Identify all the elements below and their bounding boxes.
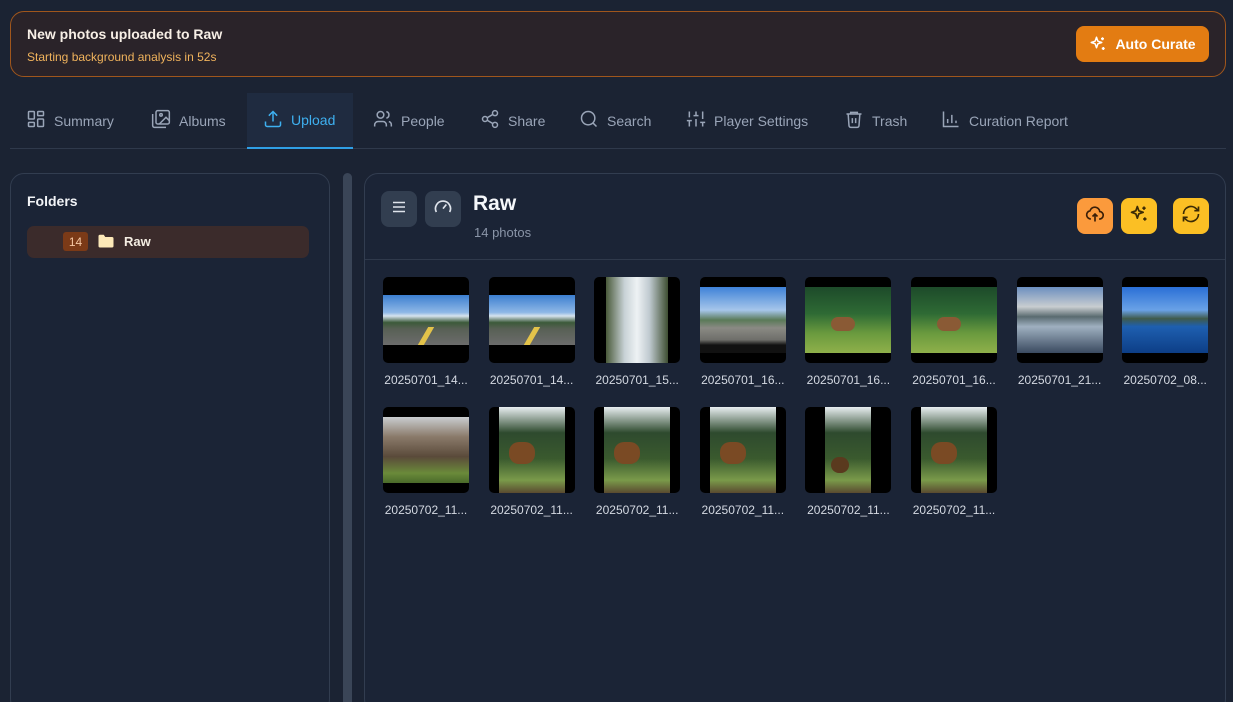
tab-label: People (401, 112, 445, 129)
tab-label: Curation Report (969, 112, 1068, 129)
sliders-icon (686, 109, 706, 132)
photo-caption: 20250701_14... (384, 373, 468, 387)
sidebar-scrollbar[interactable] (343, 173, 352, 702)
photo-thumbnail[interactable]: 20250701_16... (699, 277, 786, 387)
photo-image[interactable] (594, 277, 681, 363)
photo-thumbnail[interactable]: 20250701_16... (911, 277, 997, 387)
tab-label: Trash (872, 112, 908, 129)
sparkles-icon (1129, 204, 1149, 229)
bar-chart-icon (941, 109, 961, 132)
ai-curate-button[interactable] (1121, 198, 1157, 234)
folder-item-raw[interactable]: 14 Raw (27, 226, 309, 258)
photo-count: 14 photos (474, 225, 532, 240)
tab-label: Search (607, 112, 652, 129)
photo-image[interactable] (911, 407, 997, 493)
folder-title: Raw (473, 192, 517, 215)
photo-image[interactable] (699, 277, 786, 363)
photo-thumbnail[interactable]: 20250702_11... (911, 407, 997, 517)
photo-caption: 20250702_11... (701, 503, 785, 517)
photo-thumbnail[interactable]: 20250702_08... (1122, 277, 1209, 387)
main-tabs: Summary Albums Upload People Share Searc… (10, 93, 1226, 149)
refresh-icon (1181, 204, 1201, 229)
photo-caption: 20250702_11... (807, 503, 890, 517)
photo-thumbnail[interactable]: 20250702_11... (699, 407, 786, 517)
photo-image[interactable] (488, 277, 575, 363)
photo-image[interactable] (1016, 277, 1103, 363)
photo-caption: 20250702_11... (912, 503, 996, 517)
trash-icon (844, 109, 864, 132)
folder-count-badge: 14 (63, 232, 88, 251)
images-icon (151, 109, 171, 132)
upload-button[interactable] (1077, 198, 1113, 234)
photo-thumbnail[interactable]: 20250701_15... (594, 277, 681, 387)
menu-button[interactable] (381, 191, 417, 227)
folder-header: Raw 14 photos (365, 174, 1225, 260)
photo-image[interactable] (383, 407, 469, 493)
gauge-icon (433, 197, 453, 222)
tab-label: Albums (179, 112, 226, 129)
photo-image[interactable] (488, 407, 575, 493)
photo-image[interactable] (805, 407, 892, 493)
sidebar-title: Folders (27, 193, 78, 209)
tab-share[interactable]: Share (464, 93, 561, 148)
photo-image[interactable] (911, 277, 997, 363)
photo-caption: 20250701_16... (701, 373, 785, 387)
tab-player-settings[interactable]: Player Settings (670, 93, 824, 148)
photo-caption: 20250702_11... (384, 503, 468, 517)
tab-curation-report[interactable]: Curation Report (925, 93, 1084, 148)
cloud-upload-icon (1085, 204, 1105, 229)
tab-search[interactable]: Search (563, 93, 667, 148)
tab-label: Share (508, 112, 546, 129)
photo-thumbnail[interactable]: 20250701_14... (383, 277, 469, 387)
tab-label: Player Settings (714, 112, 809, 129)
photo-thumbnail[interactable]: 20250702_11... (594, 407, 681, 517)
photo-thumbnail[interactable]: 20250701_21... (1016, 277, 1103, 387)
photo-caption: 20250701_16... (806, 373, 891, 387)
people-icon (373, 109, 393, 132)
speed-button[interactable] (425, 191, 461, 227)
folders-sidebar: Folders 14 Raw (10, 173, 330, 702)
folder-content-panel: Raw 14 photos 20250701_14... 20250701_14.… (364, 173, 1226, 702)
folder-name: Raw (124, 234, 151, 249)
photo-thumbnail[interactable]: 20250702_11... (488, 407, 575, 517)
photo-image[interactable] (699, 407, 786, 493)
auto-curate-label: Auto Curate (1115, 36, 1196, 52)
refresh-button[interactable] (1173, 198, 1209, 234)
tab-upload[interactable]: Upload (247, 93, 353, 149)
photo-image[interactable] (805, 277, 892, 363)
photo-thumbnail[interactable]: 20250701_16... (805, 277, 892, 387)
photo-caption: 20250701_21... (1017, 373, 1102, 387)
photo-caption: 20250702_11... (595, 503, 679, 517)
search-icon (579, 109, 599, 132)
photo-caption: 20250701_15... (595, 373, 679, 387)
photo-caption: 20250701_16... (912, 373, 996, 387)
tab-albums[interactable]: Albums (135, 93, 242, 148)
upload-notification-banner: New photos uploaded to Raw Starting back… (10, 11, 1226, 77)
photo-thumbnail[interactable]: 20250701_14... (488, 277, 575, 387)
upload-icon (263, 109, 283, 132)
photo-image[interactable] (1122, 277, 1209, 363)
photo-caption: 20250701_14... (489, 373, 574, 387)
share-icon (480, 109, 500, 132)
grid-icon (26, 109, 46, 132)
banner-subtitle: Starting background analysis in 52s (27, 50, 217, 64)
tab-people[interactable]: People (357, 93, 461, 148)
menu-icon (390, 198, 408, 221)
tab-label: Summary (54, 112, 114, 129)
folder-icon (97, 234, 115, 254)
photo-image[interactable] (594, 407, 681, 493)
banner-title: New photos uploaded to Raw (27, 26, 223, 42)
tab-summary[interactable]: Summary (10, 93, 130, 148)
photo-thumbnail[interactable]: 20250702_11... (805, 407, 892, 517)
photo-image[interactable] (383, 277, 469, 363)
photo-thumbnail[interactable]: 20250702_11... (383, 407, 469, 517)
auto-curate-button[interactable]: Auto Curate (1076, 26, 1209, 62)
tab-trash[interactable]: Trash (828, 93, 923, 148)
tab-label: Upload (291, 112, 336, 128)
photo-caption: 20250702_11... (490, 503, 573, 517)
photo-caption: 20250702_08... (1123, 373, 1207, 387)
sparkles-icon (1089, 35, 1107, 53)
